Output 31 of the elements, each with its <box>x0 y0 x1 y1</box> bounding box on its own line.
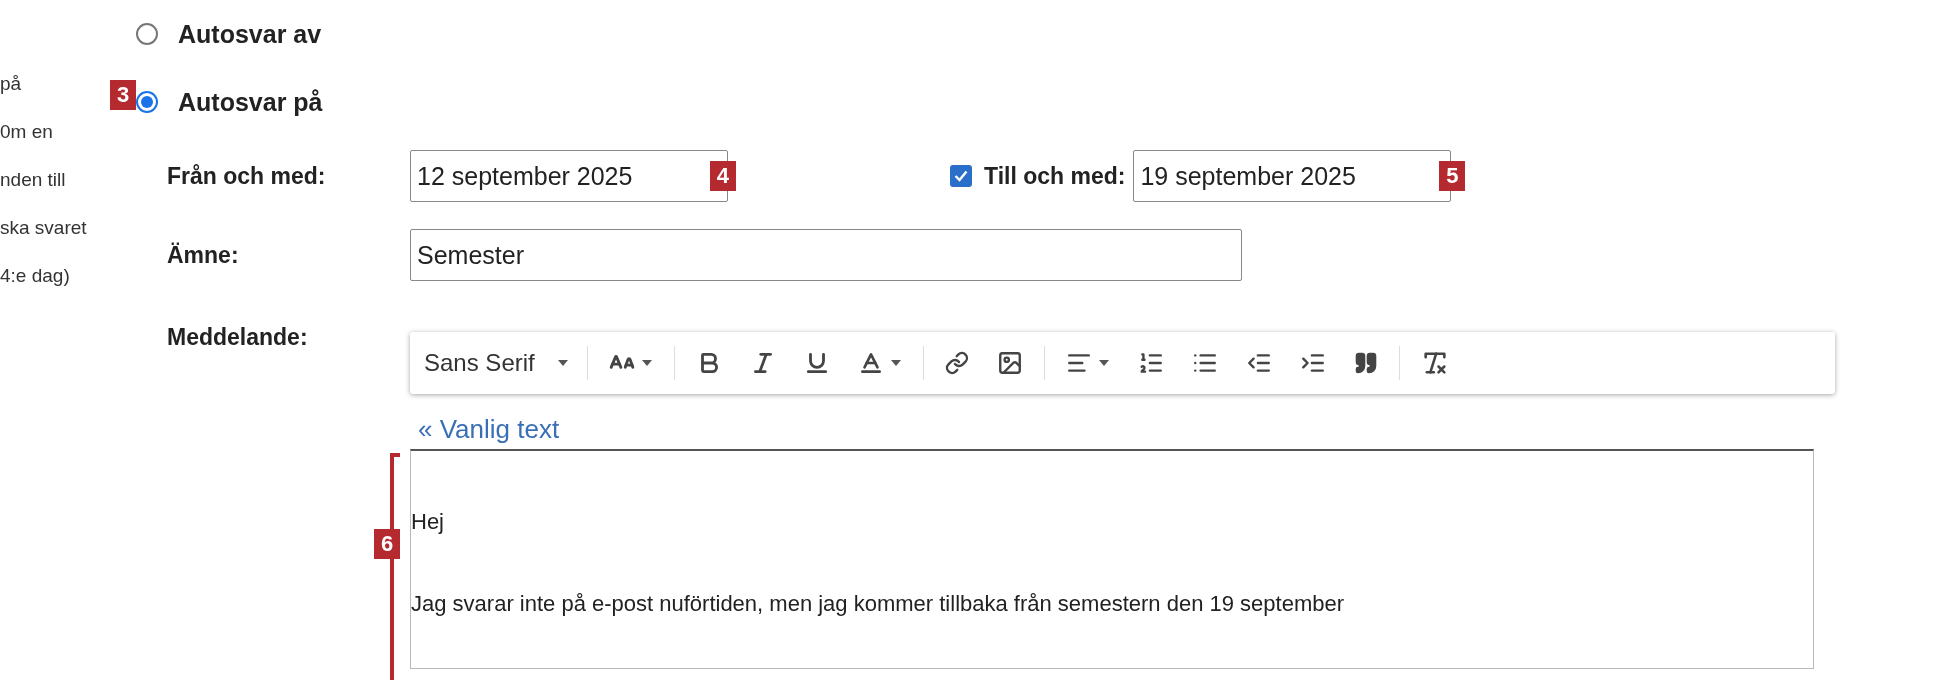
plain-text-link[interactable]: « Vanlig text <box>418 414 560 445</box>
caret-icon <box>640 359 653 367</box>
message-editor[interactable]: Hej Jag svarar inte på e-post nuförtiden, men jag kommer tillbaka från semestern den 19 september <box>410 449 1814 669</box>
checkbox[interactable] <box>950 165 972 187</box>
subject-field[interactable]: Semester <box>410 229 1242 281</box>
image-icon <box>996 350 1023 376</box>
field-label: Från och med: <box>167 162 327 190</box>
caret-icon <box>556 359 569 367</box>
field-label: Till och med: <box>984 162 1126 190</box>
message-text: Jag svarar inte på e-post nuförtiden, men jag kommer tillbaka från semestern den 19 september <box>411 591 1346 617</box>
description-text: ska svaret <box>0 216 88 240</box>
callout-badge: 3 <box>110 80 137 110</box>
callout-badge: 6 <box>374 529 401 559</box>
description-text: 0m en <box>0 120 54 144</box>
field-label: Ämne: <box>167 241 240 269</box>
quote-icon <box>1353 351 1378 375</box>
check-icon <box>954 170 968 182</box>
description-text: på <box>0 72 23 96</box>
message-text: Hej <box>411 509 445 535</box>
callout-badge: 4 <box>709 161 736 191</box>
option-label: Autosvar av <box>178 19 322 49</box>
link-icon <box>944 351 969 375</box>
radio-button[interactable] <box>136 23 158 45</box>
description-text: nden till <box>0 168 67 192</box>
option-label: Autosvar på <box>178 87 323 117</box>
callout-badge: 5 <box>1439 161 1466 191</box>
description-text: 4:e dag) <box>0 264 71 288</box>
font-dropdown[interactable]: Sans Serif <box>424 349 577 377</box>
caret-icon <box>889 359 902 367</box>
caret-icon <box>1097 359 1110 367</box>
field-label: Meddelande: <box>167 324 309 351</box>
